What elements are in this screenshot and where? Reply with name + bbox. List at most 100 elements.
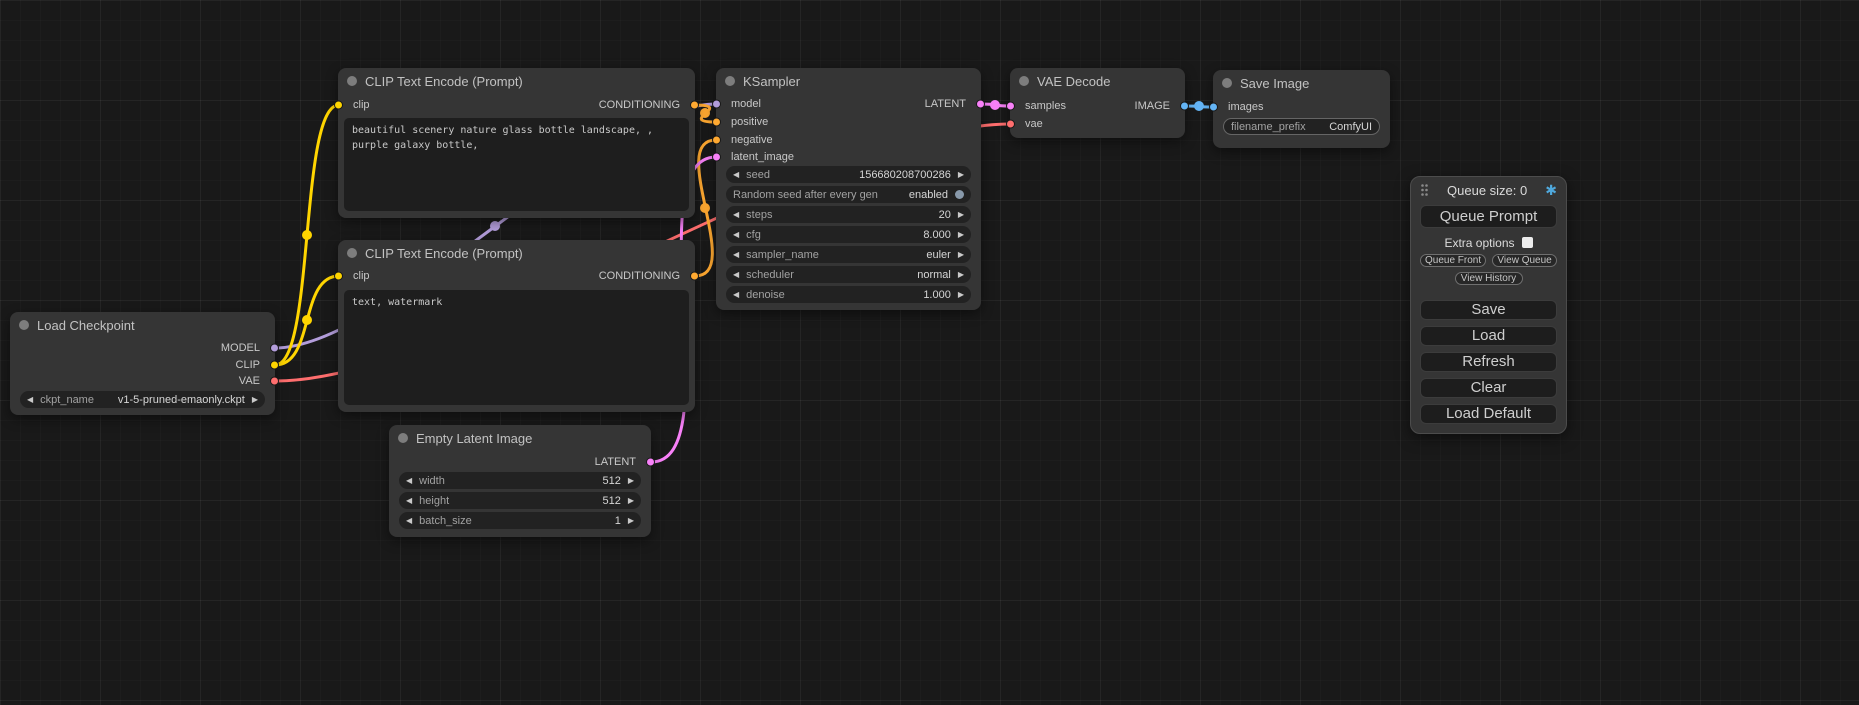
decrement-arrow-icon[interactable]: ◀ <box>406 497 412 505</box>
widget-scheduler[interactable]: ◀ scheduler normal ▶ <box>726 266 971 283</box>
decrement-arrow-icon[interactable]: ◀ <box>733 171 739 179</box>
node-header[interactable]: KSampler <box>716 68 981 94</box>
queue-front-button[interactable]: Queue Front <box>1420 254 1486 267</box>
increment-arrow-icon[interactable]: ▶ <box>958 291 964 299</box>
node-header[interactable]: Empty Latent Image <box>389 425 651 451</box>
widget-random-seed-toggle[interactable]: Random seed after every gen enabled <box>726 186 971 203</box>
decrement-arrow-icon[interactable]: ◀ <box>406 477 412 485</box>
load-default-button[interactable]: Load Default <box>1420 404 1557 424</box>
widget-label: steps <box>746 209 772 221</box>
node-header[interactable]: Load Checkpoint <box>10 312 275 338</box>
widget-ckpt-name[interactable]: ◀ ckpt_name v1-5-pruned-emaonly.ckpt ▶ <box>20 391 265 408</box>
slot-dot[interactable] <box>270 344 279 353</box>
node-empty-latent-image[interactable]: Empty Latent Image LATENT ◀ width 512 ▶ … <box>389 425 651 537</box>
slot-dot[interactable] <box>270 377 279 386</box>
slot-dot[interactable] <box>270 361 279 370</box>
widget-cfg[interactable]: ◀ cfg 8.000 ▶ <box>726 226 971 243</box>
node-clip-text-encode-negative[interactable]: CLIP Text Encode (Prompt) clip CONDITION… <box>338 240 695 412</box>
widget-label: denoise <box>746 289 785 301</box>
view-queue-button[interactable]: View Queue <box>1492 254 1557 267</box>
load-button[interactable]: Load <box>1420 326 1557 346</box>
node-header[interactable]: Save Image <box>1213 70 1390 96</box>
slot-dot[interactable] <box>690 101 699 110</box>
collapse-dot-icon[interactable] <box>725 76 735 86</box>
extra-options-checkbox[interactable] <box>1522 237 1533 248</box>
node-header[interactable]: VAE Decode <box>1010 68 1185 94</box>
collapse-dot-icon[interactable] <box>19 320 29 330</box>
increment-arrow-icon[interactable]: ▶ <box>958 251 964 259</box>
increment-arrow-icon[interactable]: ▶ <box>958 271 964 279</box>
widget-batch-size[interactable]: ◀ batch_size 1 ▶ <box>399 512 641 529</box>
clear-button[interactable]: Clear <box>1420 378 1557 398</box>
decrement-arrow-icon[interactable]: ◀ <box>27 396 33 404</box>
save-button[interactable]: Save <box>1420 300 1557 320</box>
decrement-arrow-icon[interactable]: ◀ <box>733 231 739 239</box>
node-vae-decode[interactable]: VAE Decode samples vae IMAGE <box>1010 68 1185 138</box>
refresh-button[interactable]: Refresh <box>1420 352 1557 372</box>
extra-options-label: Extra options <box>1444 236 1514 250</box>
increment-arrow-icon[interactable]: ▶ <box>958 211 964 219</box>
drag-handle-icon[interactable] <box>1420 183 1429 197</box>
output-slot-latent: LATENT <box>716 96 981 112</box>
increment-arrow-icon[interactable]: ▶ <box>628 477 634 485</box>
slot-dot[interactable] <box>1006 120 1015 129</box>
decrement-arrow-icon[interactable]: ◀ <box>406 517 412 525</box>
node-clip-text-encode-positive[interactable]: CLIP Text Encode (Prompt) clip CONDITION… <box>338 68 695 218</box>
node-header[interactable]: CLIP Text Encode (Prompt) <box>338 240 695 266</box>
collapse-dot-icon[interactable] <box>347 248 357 258</box>
link-midpoint-dot <box>302 230 312 240</box>
collapse-dot-icon[interactable] <box>1019 76 1029 86</box>
view-history-button[interactable]: View History <box>1455 272 1523 285</box>
slot-dot[interactable] <box>1180 102 1189 111</box>
toggle-dot[interactable] <box>955 190 964 199</box>
slot-dot[interactable] <box>646 458 655 467</box>
increment-arrow-icon[interactable]: ▶ <box>252 396 258 404</box>
slot-label: images <box>1228 101 1263 113</box>
widget-value: enabled <box>909 189 948 201</box>
increment-arrow-icon[interactable]: ▶ <box>958 171 964 179</box>
decrement-arrow-icon[interactable]: ◀ <box>733 251 739 259</box>
increment-arrow-icon[interactable]: ▶ <box>958 231 964 239</box>
widget-value: 156680208700286 <box>859 169 951 181</box>
output-slot-image: IMAGE <box>1010 98 1185 114</box>
widget-label: width <box>419 475 445 487</box>
node-title: CLIP Text Encode (Prompt) <box>365 74 523 89</box>
decrement-arrow-icon[interactable]: ◀ <box>733 291 739 299</box>
queue-prompt-button[interactable]: Queue Prompt <box>1420 205 1557 228</box>
decrement-arrow-icon[interactable]: ◀ <box>733 271 739 279</box>
widget-denoise[interactable]: ◀ denoise 1.000 ▶ <box>726 286 971 303</box>
collapse-dot-icon[interactable] <box>398 433 408 443</box>
slot-dot[interactable] <box>712 153 721 162</box>
slot-dot[interactable] <box>712 118 721 127</box>
increment-arrow-icon[interactable]: ▶ <box>628 497 634 505</box>
widget-sampler-name[interactable]: ◀ sampler_name euler ▶ <box>726 246 971 263</box>
collapse-dot-icon[interactable] <box>347 76 357 86</box>
decrement-arrow-icon[interactable]: ◀ <box>733 211 739 219</box>
input-slot-negative: negative <box>716 132 981 148</box>
widget-label: cfg <box>746 229 761 241</box>
queue-menu-header: Queue size: 0 ✱ <box>1420 181 1557 199</box>
node-header[interactable]: CLIP Text Encode (Prompt) <box>338 68 695 94</box>
node-load-checkpoint[interactable]: Load Checkpoint MODEL CLIP VAE ◀ ckpt_na… <box>10 312 275 415</box>
prompt-textarea[interactable]: text, watermark <box>344 290 689 405</box>
widget-steps[interactable]: ◀ steps 20 ▶ <box>726 206 971 223</box>
settings-gear-icon[interactable]: ✱ <box>1545 183 1557 197</box>
widget-filename-prefix[interactable]: filename_prefix ComfyUI <box>1223 118 1380 135</box>
node-ksampler[interactable]: KSampler model positive negative latent_… <box>716 68 981 310</box>
prompt-textarea[interactable]: beautiful scenery nature glass bottle la… <box>344 118 689 211</box>
output-slot-vae: VAE <box>10 373 275 389</box>
slot-dot[interactable] <box>976 100 985 109</box>
widget-seed[interactable]: ◀ seed 156680208700286 ▶ <box>726 166 971 183</box>
widget-label: ckpt_name <box>40 394 94 406</box>
input-slot-positive: positive <box>716 114 981 130</box>
widget-height[interactable]: ◀ height 512 ▶ <box>399 492 641 509</box>
collapse-dot-icon[interactable] <box>1222 78 1232 88</box>
increment-arrow-icon[interactable]: ▶ <box>628 517 634 525</box>
slot-dot[interactable] <box>1209 103 1218 112</box>
node-save-image[interactable]: Save Image images filename_prefix ComfyU… <box>1213 70 1390 148</box>
slot-dot[interactable] <box>690 272 699 281</box>
widget-width[interactable]: ◀ width 512 ▶ <box>399 472 641 489</box>
widget-value: 1.000 <box>923 289 951 301</box>
widget-label: batch_size <box>419 515 472 527</box>
slot-dot[interactable] <box>712 136 721 145</box>
